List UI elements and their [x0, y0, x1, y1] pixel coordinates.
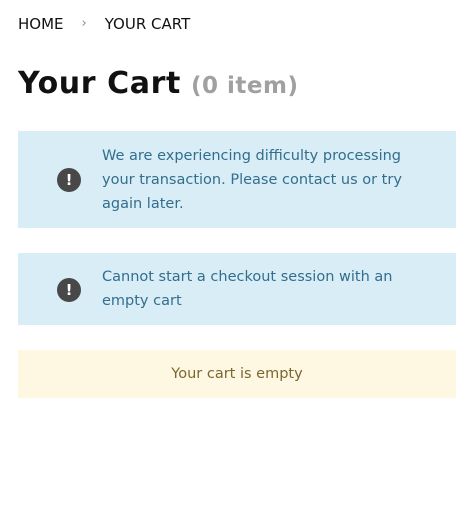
page-title: Your Cart (0 item)	[18, 66, 298, 101]
exclamation-circle-icon: !	[57, 168, 81, 192]
checkout-error-text: Cannot start a checkout session with an …	[102, 269, 393, 309]
empty-cart-notice: Your cart is empty	[18, 350, 456, 398]
empty-cart-text: Your cart is empty	[171, 366, 303, 382]
transaction-error-alert: ! We are experiencing difficulty process…	[18, 131, 456, 228]
exclamation-circle-icon: !	[57, 278, 81, 302]
chevron-right-icon: ›	[81, 16, 87, 31]
breadcrumb: HOME › YOUR CART	[18, 14, 190, 34]
transaction-error-text: We are experiencing difficulty processin…	[102, 148, 402, 212]
checkout-error-alert: ! Cannot start a checkout session with a…	[18, 253, 456, 325]
cart-item-count: (0 item)	[190, 73, 299, 99]
breadcrumb-home-link[interactable]: HOME	[18, 14, 64, 34]
breadcrumb-current: YOUR CART	[104, 15, 191, 33]
page-title-text: Your Cart	[18, 66, 181, 101]
